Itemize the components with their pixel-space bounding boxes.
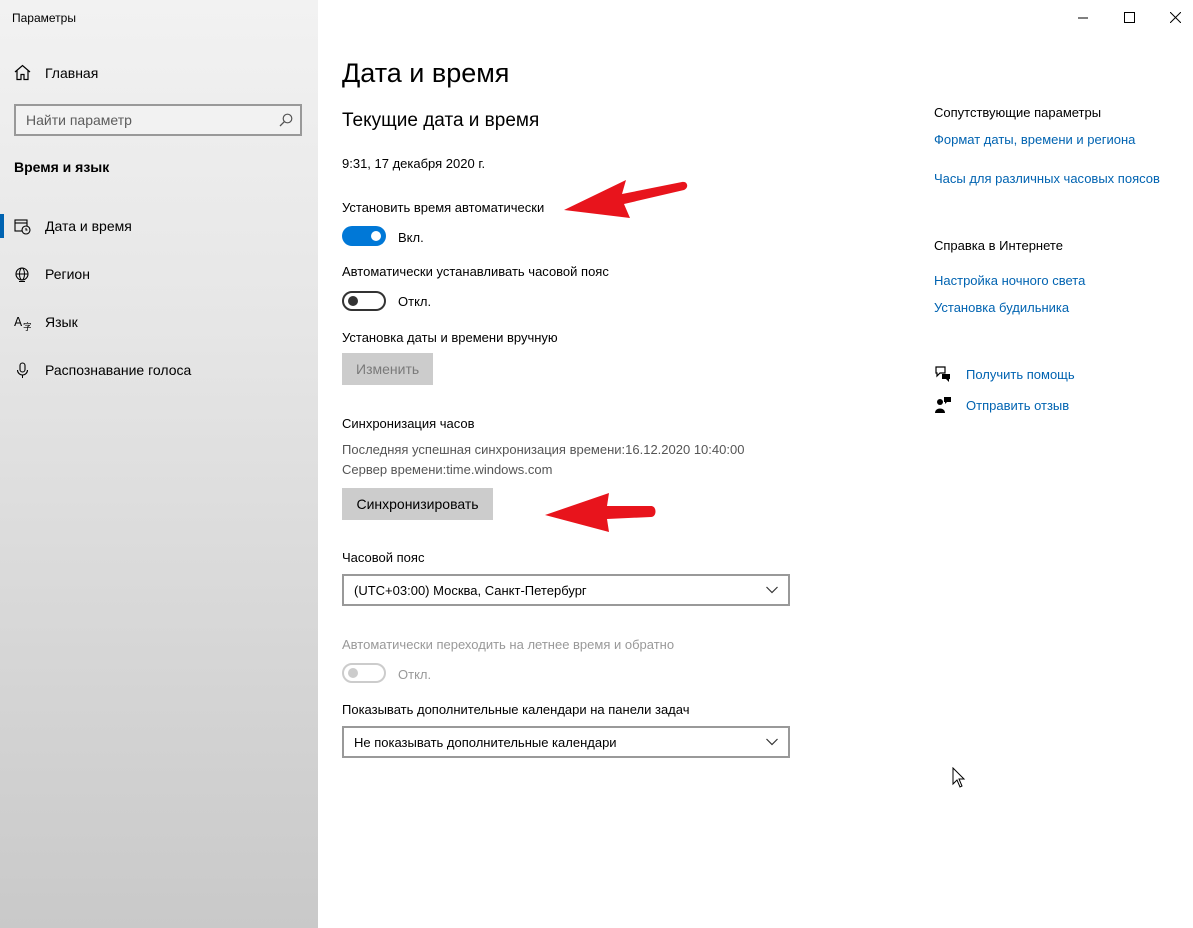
feedback-link[interactable]: Отправить отзыв: [966, 398, 1069, 413]
sidebar-item-region[interactable]: Регион: [0, 254, 318, 294]
sidebar-item-language[interactable]: A字 Язык: [0, 302, 318, 342]
section-heading: Текущие дата и время: [342, 110, 540, 131]
close-button[interactable]: [1152, 0, 1193, 34]
sidebar-home[interactable]: Главная: [14, 64, 98, 81]
app-title: Параметры: [12, 11, 76, 25]
home-icon: [14, 64, 31, 81]
dst-toggle: [342, 663, 386, 683]
related-title: Сопутствующие параметры: [934, 105, 1102, 120]
get-help-row[interactable]: Получить помощь: [934, 365, 1075, 383]
sidebar-item-speech[interactable]: Распознавание голоса: [0, 350, 318, 390]
night-light-link[interactable]: Настройка ночного света: [934, 273, 1085, 288]
page-title: Дата и время: [342, 58, 510, 88]
chat-help-icon: [935, 366, 950, 382]
search-icon[interactable]: [272, 113, 300, 127]
chevron-down-icon: [766, 586, 778, 594]
auto-time-state: Вкл.: [398, 230, 424, 245]
minimize-icon: [1077, 17, 1088, 18]
sidebar-item-label: Регион: [45, 266, 90, 282]
maximize-icon: [1123, 11, 1135, 23]
cursor-icon: [952, 767, 966, 788]
section-title: Время и язык: [14, 159, 110, 175]
minimize-button[interactable]: [1060, 0, 1106, 34]
feedback-row[interactable]: Отправить отзыв: [934, 396, 1069, 414]
auto-tz-toggle[interactable]: [342, 291, 386, 311]
auto-tz-label: Автоматически устанавливать часовой пояс: [342, 264, 609, 279]
chevron-down-icon: [766, 738, 778, 746]
calendars-label: Показывать дополнительные календари на п…: [342, 702, 690, 717]
sync-button[interactable]: Синхронизировать: [342, 488, 493, 520]
sync-title: Синхронизация часов: [342, 416, 475, 431]
manual-label: Установка даты и времени вручную: [342, 330, 558, 345]
search-input[interactable]: [16, 112, 272, 128]
auto-time-label: Установить время автоматически: [342, 200, 545, 215]
home-label: Главная: [45, 64, 99, 81]
current-datetime: 9:31, 17 декабря 2020 г.: [342, 156, 486, 171]
sidebar-item-label: Язык: [45, 314, 78, 330]
get-help-link[interactable]: Получить помощь: [966, 367, 1075, 382]
timezone-label: Часовой пояс: [342, 550, 425, 565]
annotation-arrow-icon: [545, 493, 656, 532]
format-link[interactable]: Формат даты, времени и региона: [934, 132, 1135, 147]
calendars-select[interactable]: Не показывать дополнительные календари: [342, 726, 790, 758]
globe-icon: [15, 266, 29, 282]
language-icon: A字: [14, 315, 31, 331]
timezone-select[interactable]: (UTC+03:00) Москва, Санкт-Петербург: [342, 574, 790, 606]
change-button[interactable]: Изменить: [342, 353, 433, 385]
clocks-link[interactable]: Часы для различных часовых поясов: [934, 171, 1160, 186]
auto-tz-state: Откл.: [398, 294, 432, 309]
alarm-link[interactable]: Установка будильника: [934, 300, 1069, 315]
close-icon: [1169, 11, 1181, 23]
timezone-value: (UTC+03:00) Москва, Санкт-Петербург: [354, 582, 587, 598]
feedback-icon: [935, 397, 951, 413]
svg-text:A: A: [14, 315, 23, 329]
sidebar-item-label: Распознавание голоса: [45, 362, 192, 378]
svg-text:字: 字: [23, 321, 31, 331]
auto-time-toggle[interactable]: [342, 226, 386, 246]
sidebar: Параметры Главная Время и язык Дата и вр…: [0, 0, 318, 928]
time-server-text: Сервер времени:time.windows.com: [342, 462, 553, 477]
help-title: Справка в Интернете: [934, 238, 1063, 253]
dst-state: Откл.: [398, 667, 432, 682]
sidebar-item-label: Дата и время: [45, 218, 132, 234]
microphone-icon: [16, 361, 29, 378]
maximize-button[interactable]: [1106, 0, 1152, 34]
search-box[interactable]: [14, 104, 302, 136]
dst-label: Автоматически переходить на летнее время…: [342, 637, 675, 652]
annotation-arrow-icon: [564, 180, 688, 218]
calendars-value: Не показывать дополнительные календари: [354, 734, 617, 750]
sidebar-item-date-time[interactable]: Дата и время: [0, 206, 318, 246]
last-sync-text: Последняя успешная синхронизация времени…: [342, 442, 745, 457]
clock-calendar-icon: [14, 218, 31, 235]
